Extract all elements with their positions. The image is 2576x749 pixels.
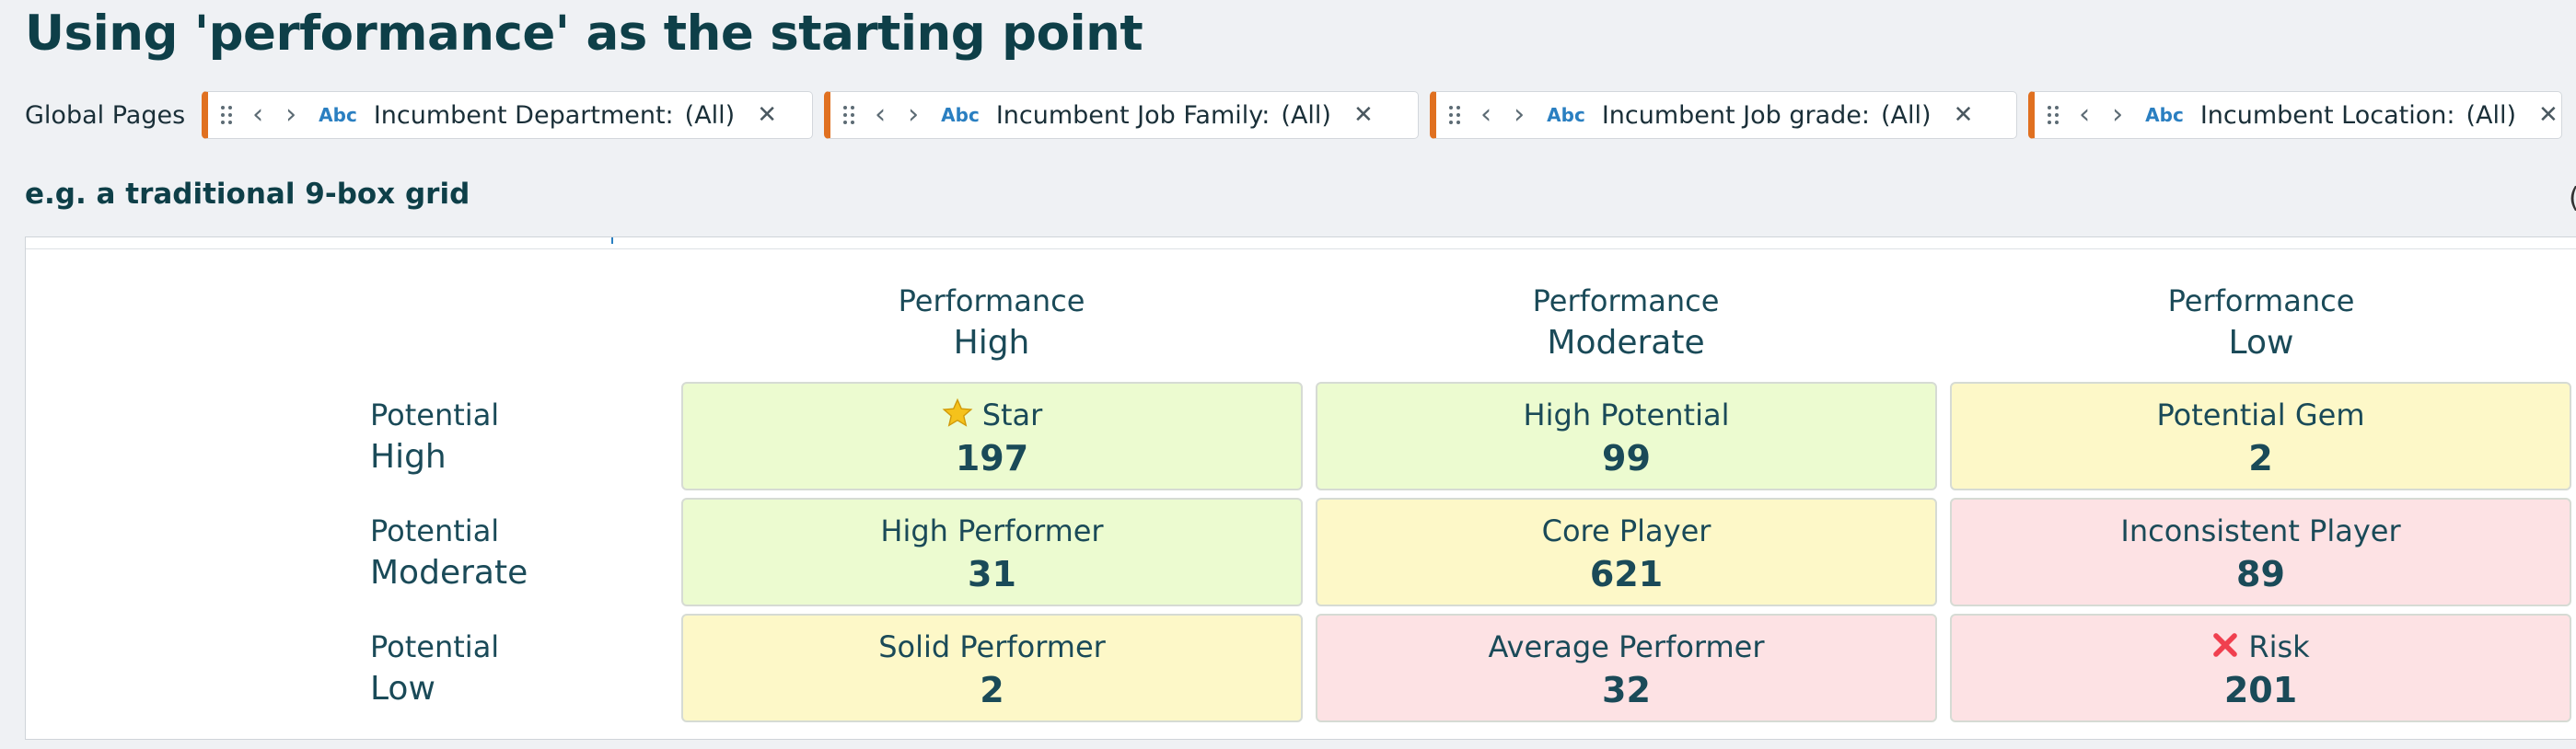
page-title: Using 'performance' as the starting poin… <box>25 6 1143 62</box>
row-header-high: Potential High <box>370 395 499 479</box>
close-icon[interactable]: ✕ <box>2538 101 2559 129</box>
cell-count: 99 <box>1602 438 1651 478</box>
drag-handle-icon[interactable] <box>221 106 233 124</box>
cell-potential-gem[interactable]: Potential Gem 2 <box>1950 382 2571 490</box>
row-header-moderate: Potential Moderate <box>370 511 528 595</box>
cell-count: 32 <box>1602 670 1651 710</box>
filter-bar-label: Global Pages <box>25 100 186 130</box>
filter-chip-department[interactable]: ‹ › Abc Incumbent Department: (All) ✕ <box>202 91 814 139</box>
cell-label: Risk <box>1952 628 2570 665</box>
cell-label: Inconsistent Player <box>2120 513 2401 548</box>
abc-type-icon: Abc <box>2145 104 2184 126</box>
column-header-title: Performance <box>1532 283 1720 318</box>
cell-core-player[interactable]: Core Player 621 <box>1316 498 1937 606</box>
cell-label: Average Performer <box>1488 629 1765 664</box>
filter-field-label: Incumbent Job grade: <box>1601 100 1871 130</box>
cell-solid-performer[interactable]: Solid Performer 2 <box>681 614 1303 722</box>
row-header-level: Moderate <box>370 554 528 592</box>
cell-risk[interactable]: Risk 201 <box>1950 614 2571 722</box>
cell-label: High Performer <box>880 513 1104 548</box>
filter-field-label: Incumbent Department: <box>373 100 674 130</box>
filter-value[interactable]: (All) <box>1281 101 1331 130</box>
abc-type-icon: Abc <box>941 104 980 126</box>
cell-inconsistent-player[interactable]: Inconsistent Player 89 <box>1950 498 2571 606</box>
cell-count: 89 <box>2236 554 2285 594</box>
filter-field-label: Incumbent Job Family: <box>995 100 1271 130</box>
row-header-low: Potential Low <box>370 627 499 711</box>
close-icon[interactable]: ✕ <box>1954 101 1974 129</box>
column-header-moderate: Performance Moderate <box>1442 281 1810 365</box>
cell-label: Star <box>683 397 1301 433</box>
drag-handle-icon[interactable] <box>843 106 855 124</box>
chevron-right-icon[interactable]: › <box>2112 101 2123 129</box>
cell-count: 2 <box>980 670 1004 710</box>
row-header-title: Potential <box>370 629 500 664</box>
cell-average-performer[interactable]: Average Performer 32 <box>1316 614 1937 722</box>
cell-count: 621 <box>1589 554 1664 594</box>
filter-value[interactable]: (All) <box>2466 101 2516 130</box>
filter-bar: Global Pages ‹ › Abc Incumbent Departmen… <box>25 91 2563 139</box>
chevron-left-icon[interactable]: ‹ <box>875 101 886 129</box>
filter-chip-job-grade[interactable]: ‹ › Abc Incumbent Job grade: (All) ✕ <box>1430 91 2018 139</box>
column-header-level: Low <box>2228 324 2294 362</box>
panel-marker <box>611 237 613 244</box>
cell-star[interactable]: Star 197 <box>681 382 1303 490</box>
section-title: e.g. a traditional 9-box grid <box>25 178 470 211</box>
column-header-high: Performance High <box>807 281 1176 365</box>
row-header-title: Potential <box>370 513 500 548</box>
chevron-left-icon[interactable]: ‹ <box>252 101 263 129</box>
chevron-right-icon[interactable]: › <box>1514 101 1525 129</box>
chevron-left-icon[interactable]: ‹ <box>1480 101 1491 129</box>
panel-divider <box>26 248 2576 249</box>
filter-value[interactable]: (All) <box>1881 101 1932 130</box>
row-header-title: Potential <box>370 398 500 432</box>
filter-chip-location[interactable]: ‹ › Abc Incumbent Location: (All) ✕ <box>2028 91 2563 139</box>
filter-chip-job-family[interactable]: ‹ › Abc Incumbent Job Family: (All) ✕ <box>824 91 1420 139</box>
abc-type-icon: Abc <box>1547 104 1585 126</box>
column-header-level: Moderate <box>1547 324 1705 362</box>
cell-label-text: Star <box>981 398 1043 432</box>
row-header-level: Low <box>370 670 435 708</box>
cell-count: 197 <box>955 438 1029 478</box>
column-header-level: High <box>953 324 1030 362</box>
cross-icon <box>2211 631 2239 663</box>
filter-value[interactable]: (All) <box>685 101 736 130</box>
cell-label-text: Risk <box>2248 629 2310 664</box>
drag-handle-icon[interactable] <box>2048 106 2060 124</box>
chevron-right-icon[interactable]: › <box>285 101 296 129</box>
cell-count: 2 <box>2248 438 2273 478</box>
row-header-level: High <box>370 438 447 476</box>
cell-label: Solid Performer <box>878 629 1106 664</box>
column-header-title: Performance <box>2167 283 2355 318</box>
cell-high-performer[interactable]: High Performer 31 <box>681 498 1303 606</box>
cell-high-potential[interactable]: High Potential 99 <box>1316 382 1937 490</box>
close-icon[interactable]: ✕ <box>757 101 777 129</box>
abc-type-icon: Abc <box>319 104 357 126</box>
cell-label: Potential Gem <box>2156 398 2365 432</box>
column-header-title: Performance <box>898 283 1085 318</box>
filter-field-label: Incumbent Location: <box>2199 100 2455 130</box>
chevron-right-icon[interactable]: › <box>908 101 919 129</box>
cell-label: High Potential <box>1523 398 1730 432</box>
cell-label: Core Player <box>1541 513 1712 548</box>
chevron-left-icon[interactable]: ‹ <box>2079 101 2090 129</box>
cell-count: 201 <box>2223 670 2298 710</box>
drag-handle-icon[interactable] <box>1449 106 1461 124</box>
truncated-edge-text: ( <box>2569 182 2576 214</box>
close-icon[interactable]: ✕ <box>1353 101 1374 129</box>
cell-count: 31 <box>968 554 1016 594</box>
column-header-low: Performance Low <box>2077 281 2445 365</box>
star-icon <box>942 398 973 433</box>
